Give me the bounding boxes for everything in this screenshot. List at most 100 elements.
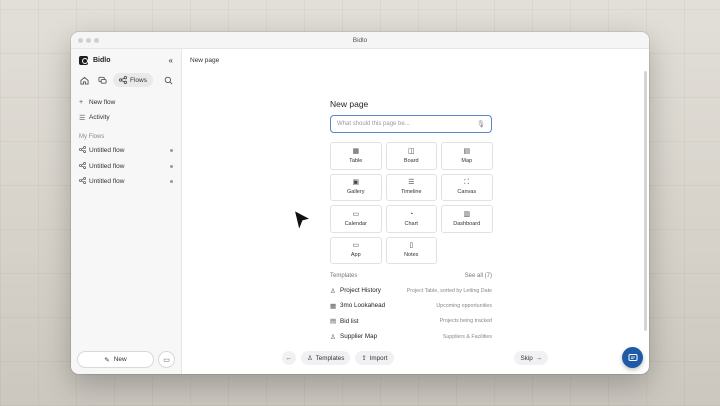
tile-label: Notes [404, 252, 419, 259]
table-icon: ▦ [352, 147, 360, 155]
template-name: Supplier Map [340, 333, 378, 341]
templates-header: Templates See all (7) [330, 273, 492, 279]
search-icon[interactable] [161, 73, 175, 87]
flow-options-icon[interactable] [170, 164, 173, 168]
see-all-link[interactable]: See all (7) [465, 273, 492, 279]
skip-button[interactable]: Skip → [514, 351, 548, 365]
flow-item[interactable]: Untitled flow [71, 174, 181, 190]
plus-icon: + [79, 99, 84, 106]
template-row[interactable]: ▦ 3mo Lookahead Upcoming opportunities [330, 298, 492, 313]
main-content: New page New page What should this page … [182, 49, 649, 374]
templates-button-label: Templates [315, 354, 345, 362]
flows-icon [119, 76, 127, 84]
window-controls [78, 38, 99, 43]
tile-canvas[interactable]: ⛶ Canvas [441, 173, 493, 201]
template-row[interactable]: ♙ Supplier Map Suppliers & Facilities [330, 329, 492, 344]
title-bar: Bidlo [71, 32, 649, 49]
arrow-right-icon: → [535, 354, 542, 362]
template-name: Project History [340, 287, 381, 295]
arrow-left-icon: ← [285, 354, 293, 362]
sidebar-item-new-flow[interactable]: + New flow [71, 95, 181, 110]
brand-logo-icon [79, 55, 88, 65]
template-description: Suppliers & Facilities [442, 333, 492, 340]
chat-icon[interactable] [95, 73, 109, 87]
tile-gallery[interactable]: ▣ Gallery [330, 173, 382, 201]
flow-icon [79, 177, 89, 186]
flow-options-icon[interactable] [170, 149, 173, 153]
tile-label: Dashboard [453, 220, 481, 227]
template-name: Bid list [340, 317, 359, 325]
tile-table[interactable]: ▦ Table [330, 142, 382, 170]
template-description: Project Table, sorted by Letting Date [406, 287, 492, 294]
close-dot[interactable] [78, 38, 83, 43]
tile-timeline[interactable]: ☰ Timeline [385, 173, 437, 201]
minimize-dot[interactable] [86, 38, 91, 43]
home-icon[interactable] [77, 73, 91, 87]
zoom-dot[interactable] [94, 38, 99, 43]
sidebar-item-activity[interactable]: ☰ Activity [71, 110, 181, 125]
templates-button[interactable]: ♙ Templates [301, 351, 351, 365]
flow-item-label: Untitled flow [89, 162, 125, 170]
tile-label: Board [403, 157, 419, 164]
section-label-my-flows: My Flows [79, 134, 105, 140]
tile-label: Map [461, 157, 473, 164]
flow-icon [79, 146, 89, 155]
person-icon: ♙ [307, 354, 313, 362]
list-icon: ☰ [79, 114, 86, 122]
sidebar-bottom-bar: ✎ New ▭ [77, 351, 175, 368]
brand-name: Bidlo [93, 56, 111, 64]
flow-options-icon[interactable] [170, 180, 173, 184]
app-window: Bidlo Bidlo « Flows + New flow ☰ Activit… [71, 32, 649, 374]
tile-label: Calendar [344, 220, 367, 227]
tile-chart[interactable]: ◔ Chart [385, 205, 437, 233]
import-button-label: Import [369, 354, 388, 362]
flows-tab[interactable]: Flows [113, 73, 153, 87]
collapse-sidebar-icon[interactable]: « [169, 56, 173, 65]
flow-item-label: Untitled flow [89, 178, 125, 186]
template-row[interactable]: ♙ Project History Project Table, sorted … [330, 283, 492, 298]
microphone-icon[interactable]: 🎙︎ [477, 120, 485, 128]
canvas-icon: ⛶ [464, 179, 470, 187]
tile-board[interactable]: ◫ Board [385, 142, 437, 170]
template-name: 3mo Lookahead [340, 302, 386, 310]
tile-label: Canvas [457, 189, 477, 196]
template-description: Upcoming opportunities [436, 302, 492, 309]
tile-app[interactable]: ▭ App [330, 236, 382, 264]
sidebar-item-label: Activity [89, 114, 110, 121]
sidebar-top-nav: Flows [71, 71, 181, 89]
notes-icon: ▯ [409, 242, 414, 250]
back-button[interactable]: ← [282, 351, 296, 365]
tile-notes[interactable]: ▯ Notes [385, 236, 437, 264]
sidebar-item-label: New flow [89, 99, 116, 106]
brand: Bidlo « [71, 49, 181, 71]
upload-icon: ⇪ [361, 354, 367, 362]
import-button[interactable]: ⇪ Import [355, 351, 394, 365]
panel-footer: ← ♙ Templates ⇪ Import Skip → [282, 351, 548, 365]
flow-item[interactable]: Untitled flow [71, 143, 181, 159]
tile-map[interactable]: ▤ Map [441, 142, 493, 170]
skip-button-label: Skip [520, 354, 533, 362]
calendar-icon: ▦ [330, 302, 337, 310]
templates-label: Templates [330, 273, 358, 279]
tile-calendar[interactable]: ▭ Calendar [330, 205, 382, 233]
gallery-icon: ▣ [352, 179, 360, 187]
board-icon: ◫ [407, 147, 415, 155]
flow-item-label: Untitled flow [89, 147, 125, 155]
chart-icon: ◔ [409, 210, 414, 218]
tile-label: App [350, 252, 361, 259]
new-button[interactable]: ✎ New [77, 351, 154, 368]
scrollbar[interactable] [644, 71, 647, 331]
page-prompt-input[interactable]: What should this page be... 🎙︎ [330, 115, 492, 133]
person-icon: ♙ [330, 333, 336, 341]
flow-icon [79, 161, 89, 171]
calendar-icon: ▭ [352, 210, 360, 218]
panel-heading: New page [330, 99, 369, 109]
inbox-icon[interactable]: ▭ [158, 351, 175, 368]
tile-label: Table [349, 157, 363, 164]
chat-fab-button[interactable] [622, 347, 643, 368]
tile-dashboard[interactable]: ▥ Dashboard [441, 205, 493, 233]
template-row[interactable]: ▤ Bid list Projects being tracked [330, 314, 492, 329]
flow-item[interactable]: Untitled flow [71, 159, 181, 175]
tile-label: Gallery [347, 189, 365, 196]
message-icon [628, 353, 637, 361]
